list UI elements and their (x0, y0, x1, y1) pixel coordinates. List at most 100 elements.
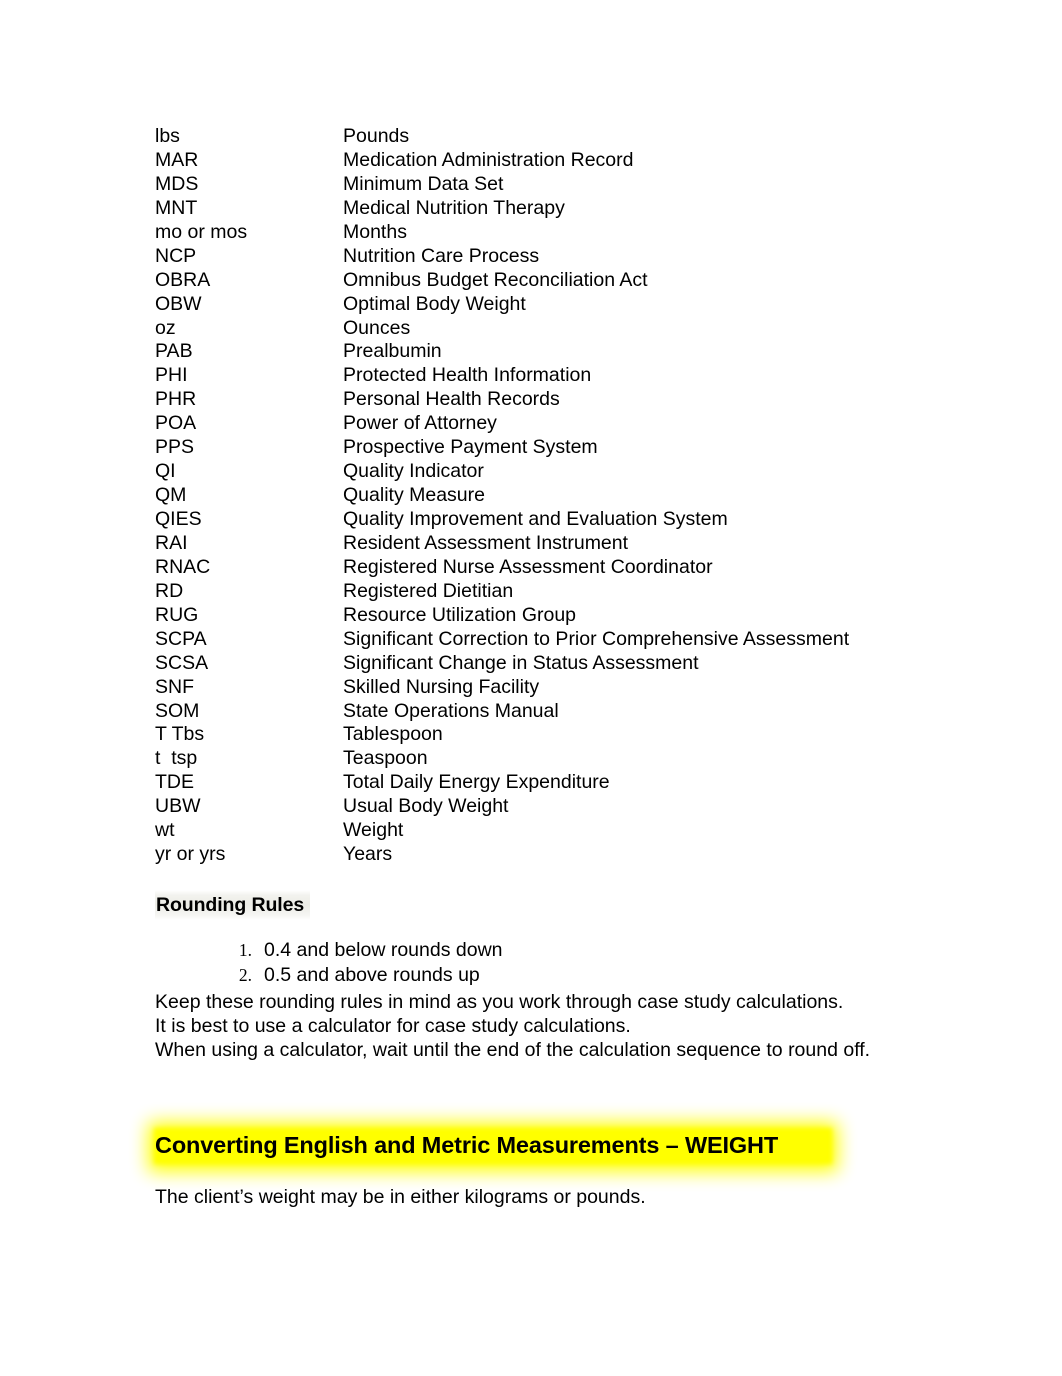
abbreviation-definition: Power of Attorney (343, 412, 497, 435)
abbreviation-definition: Prealbumin (343, 340, 442, 363)
abbreviation-term: PHI (155, 364, 188, 387)
abbreviation-row: POA Power of Attorney (155, 412, 945, 436)
abbreviation-definition: Tablespoon (343, 723, 443, 746)
list-item-text: 0.4 and below rounds down (264, 939, 503, 961)
abbreviation-term: SNF (155, 675, 194, 698)
abbreviation-row: PAB Prealbumin (155, 340, 945, 364)
abbreviation-term: OBW (155, 292, 202, 315)
abbreviation-row: t tsp Teaspoon (155, 747, 945, 771)
list-item: 2. 0.5 and above rounds up (0, 963, 503, 988)
abbreviation-row: SOM State Operations Manual (155, 700, 945, 724)
abbreviation-definition: Personal Health Records (343, 388, 560, 411)
abbreviation-row: RUG Resource Utilization Group (155, 604, 945, 628)
abbreviation-row: oz Ounces (155, 317, 945, 341)
abbreviation-term: SCPA (155, 627, 207, 650)
abbreviation-term: RNAC (155, 555, 211, 578)
abbreviation-row: OBRA Omnibus Budget Reconciliation Act (155, 269, 945, 293)
abbreviation-term: NCP (155, 244, 197, 267)
abbreviation-definition: Significant Change in Status Assessment (343, 651, 699, 674)
abbreviation-definition: Nutrition Care Process (343, 244, 540, 267)
abbreviation-definition: Medical Nutrition Therapy (343, 196, 565, 219)
abbreviation-term: RUG (155, 603, 199, 626)
abbreviation-term: UBW (155, 795, 201, 818)
abbreviation-row: PPS Prospective Payment System (155, 436, 945, 460)
abbreviation-term: POA (155, 412, 197, 435)
abbreviation-row: lbs Pounds (155, 125, 945, 149)
abbreviation-term: t tsp (155, 747, 198, 770)
abbreviation-row: TDE Total Daily Energy Expenditure (155, 771, 945, 795)
abbreviation-definition: State Operations Manual (343, 699, 559, 722)
rounding-rules-list: 1. 0.4 and below rounds down 2. 0.5 and … (0, 938, 503, 988)
abbreviation-term: yr or yrs (155, 843, 226, 866)
abbreviation-row: PHI Protected Health Information (155, 364, 945, 388)
abbreviation-term: MAR (155, 148, 199, 171)
abbreviation-term: wt (155, 819, 175, 842)
abbreviation-definition: Weight (343, 819, 404, 842)
abbreviation-term: SOM (155, 699, 200, 722)
paragraph-line: Keep these rounding rules in mind as you… (155, 991, 844, 1013)
abbreviation-definition: Registered Dietitian (343, 579, 514, 602)
abbreviation-row: SCPA Significant Correction to Prior Com… (155, 628, 945, 652)
abbreviation-term: QIES (155, 508, 202, 530)
abbreviation-definition: Pounds (343, 125, 410, 147)
abbreviation-term: RAI (155, 531, 188, 554)
abbreviation-term: mo or mos (155, 220, 248, 243)
abbreviation-term: lbs (155, 125, 180, 147)
abbreviation-definition: Usual Body Weight (343, 795, 509, 818)
abbreviation-definition: Resource Utilization Group (343, 603, 577, 626)
abbreviation-definition: Quality Indicator (343, 460, 484, 483)
document-page: lbs Pounds MAR Medication Administration… (0, 0, 1062, 1376)
abbreviation-term: OBRA (155, 268, 211, 291)
abbreviation-term: PAB (155, 340, 193, 363)
abbreviation-row: SNF Skilled Nursing Facility (155, 676, 945, 700)
abbreviation-row: OBW Optimal Body Weight (155, 293, 945, 317)
list-item-text: 0.5 and above rounds up (264, 963, 480, 986)
paragraph-line: When using a calculator, wait until the … (155, 1039, 871, 1062)
abbreviation-row: PHR Personal Health Records (155, 388, 945, 412)
abbreviation-definition: Skilled Nursing Facility (343, 675, 540, 698)
abbreviation-definition: Significant Correction to Prior Comprehe… (343, 627, 850, 650)
list-item-number: 2. (238, 964, 252, 985)
abbreviation-term: oz (155, 316, 176, 339)
abbreviation-definition: Teaspoon (343, 747, 428, 770)
abbreviation-row: RAI Resident Assessment Instrument (155, 532, 945, 556)
abbreviation-definition: Optimal Body Weight (343, 292, 526, 315)
abbreviation-definition: Quality Measure (343, 484, 485, 507)
abbreviation-term: TDE (155, 771, 194, 794)
abbreviation-row: MDS Minimum Data Set (155, 173, 945, 197)
rounding-rules-heading: Rounding Rules (155, 890, 311, 920)
abbreviation-row: RD Registered Dietitian (155, 580, 945, 604)
abbreviation-term: T Tbs (155, 723, 205, 746)
rounding-rules-paragraph: Keep these rounding rules in mind as you… (155, 990, 915, 1063)
abbreviation-row: UBW Usual Body Weight (155, 795, 945, 819)
abbreviation-row: QM Quality Measure (155, 484, 945, 508)
conversion-heading-container: Converting English and Metric Measuremen… (140, 1118, 900, 1176)
abbreviation-term: MNT (155, 196, 198, 219)
abbreviation-row: wt Weight (155, 819, 945, 843)
abbreviation-row: RNAC Registered Nurse Assessment Coordin… (155, 556, 945, 580)
abbreviation-definition: Resident Assessment Instrument (343, 531, 629, 554)
abbreviation-definition: Protected Health Information (343, 364, 592, 387)
abbreviation-definition: Omnibus Budget Reconciliation Act (343, 268, 648, 291)
abbreviation-term: SCSA (155, 651, 209, 674)
abbreviation-row: NCP Nutrition Care Process (155, 245, 945, 269)
abbreviation-definition: Total Daily Energy Expenditure (343, 771, 610, 794)
abbreviation-definition: Quality Improvement and Evaluation Syste… (343, 508, 728, 530)
abbreviation-definition: Minimum Data Set (343, 172, 504, 195)
conversion-section-body: The client’s weight may be in either kil… (155, 1186, 646, 1208)
abbreviation-row: mo or mos Months (155, 221, 945, 245)
list-item: 1. 0.4 and below rounds down (0, 938, 503, 963)
abbreviation-term: QI (155, 460, 176, 483)
abbreviation-row: yr or yrs Years (155, 843, 945, 867)
abbreviation-definition: Months (343, 220, 407, 243)
abbreviation-term: PPS (155, 436, 195, 459)
abbreviation-row: T Tbs Tablespoon (155, 723, 945, 747)
abbreviation-definition: Registered Nurse Assessment Coordinator (343, 555, 713, 578)
abbreviation-term: RD (155, 579, 184, 602)
abbreviation-term: QM (155, 484, 187, 507)
abbreviation-term: PHR (155, 388, 197, 411)
abbreviation-list: lbs Pounds MAR Medication Administration… (155, 125, 945, 867)
abbreviation-row: QI Quality Indicator (155, 460, 945, 484)
abbreviation-definition: Medication Administration Record (343, 148, 634, 171)
conversion-section-heading: Converting English and Metric Measuremen… (155, 1132, 779, 1158)
